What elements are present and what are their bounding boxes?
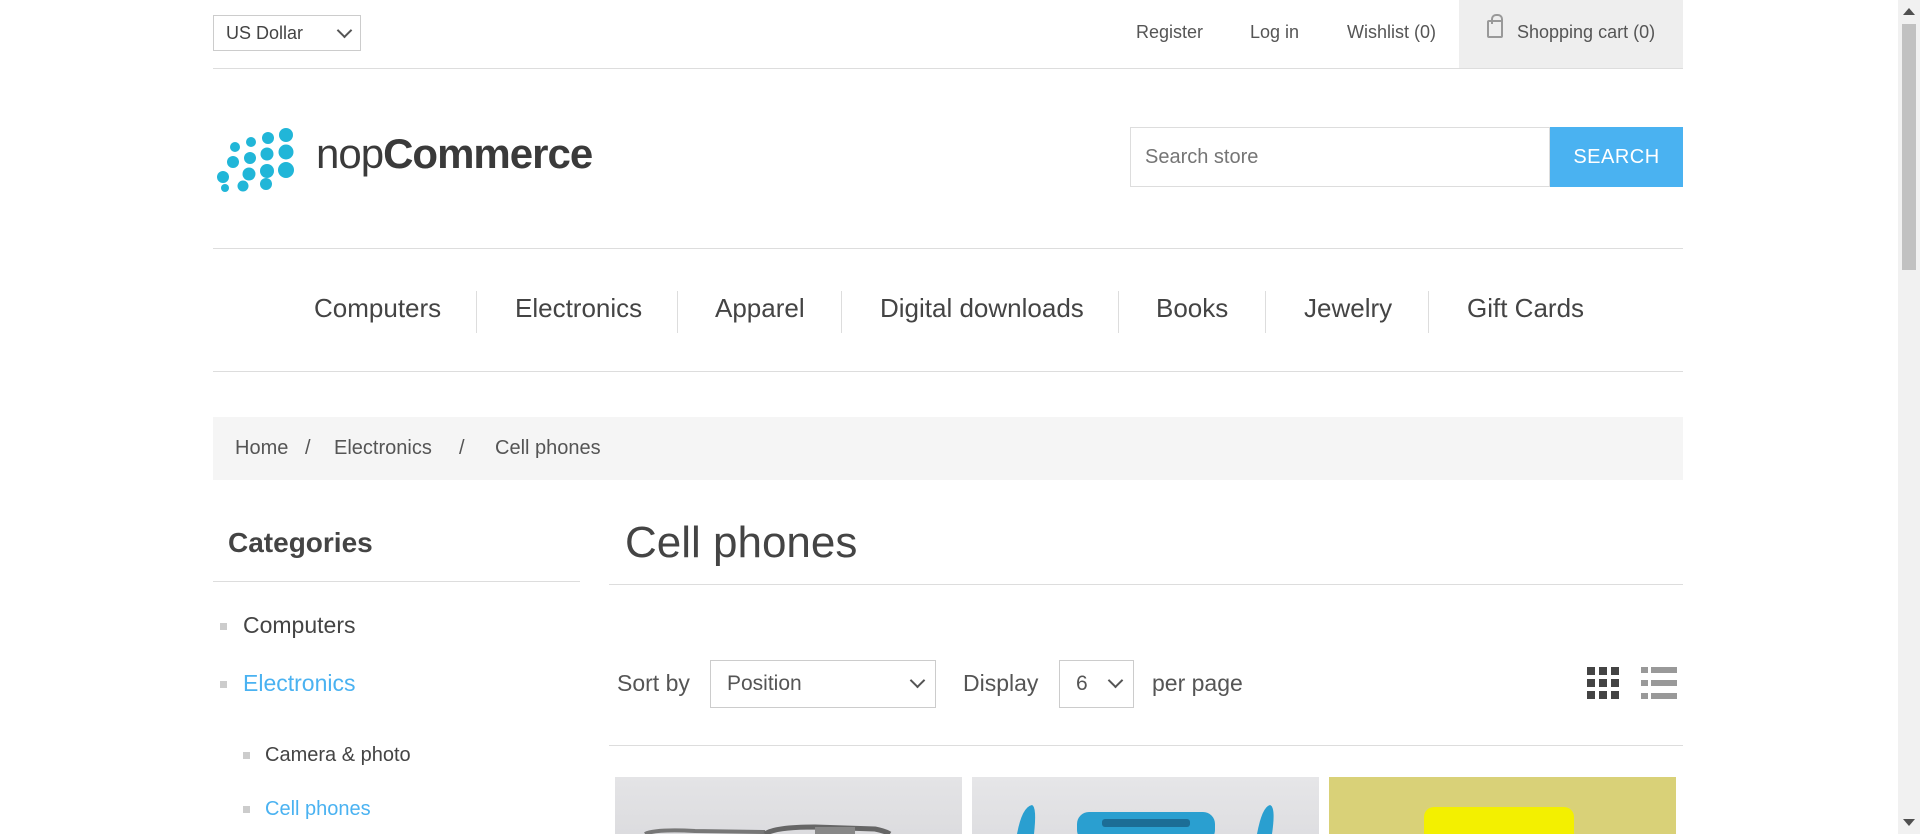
scrollbar-thumb[interactable]: [1902, 24, 1916, 270]
phone-image: [1017, 805, 1274, 834]
logo-dots-icon: [217, 128, 294, 192]
breadcrumb-separator: /: [305, 437, 311, 459]
menu-item-electronics[interactable]: Electronics: [515, 293, 642, 324]
menu-divider: [1118, 291, 1119, 333]
breadcrumb-separator: /: [459, 437, 465, 459]
divider: [609, 745, 1683, 746]
search-button[interactable]: SEARCH: [1550, 127, 1683, 187]
display-label: Display: [963, 670, 1039, 696]
register-link[interactable]: Register: [1136, 22, 1203, 43]
sort-by-label: Sort by: [617, 670, 690, 696]
store-logo[interactable]: nopCommerce: [213, 126, 593, 192]
menu-divider: [841, 291, 842, 333]
chevron-down-icon: [1107, 672, 1124, 689]
search-input[interactable]: [1130, 127, 1550, 187]
sidebar-subitem-cell-phones[interactable]: Cell phones: [265, 798, 371, 821]
wishlist-link[interactable]: Wishlist (0): [1347, 22, 1436, 43]
shopping-bag-icon: [1487, 14, 1503, 38]
product-image[interactable]: [615, 777, 962, 834]
scroll-down-arrow-icon[interactable]: [1903, 819, 1915, 826]
phone-image: [1424, 807, 1574, 834]
breadcrumb-electronics-link[interactable]: Electronics: [334, 437, 432, 460]
bullet-icon: [243, 752, 250, 759]
menu-item-gift-cards[interactable]: Gift Cards: [1467, 293, 1584, 324]
divider: [213, 581, 580, 582]
chevron-down-icon: [909, 672, 926, 689]
menu-item-apparel[interactable]: Apparel: [715, 293, 805, 324]
breadcrumb-current: Cell phones: [495, 437, 601, 459]
header-links-bar: US Dollar Register Log in Wishlist (0) S…: [213, 0, 1683, 69]
page-size-select[interactable]: 6: [1059, 660, 1134, 708]
menu-divider: [476, 291, 477, 333]
chevron-down-icon: [336, 22, 353, 39]
currency-value: US Dollar: [226, 23, 304, 43]
bullet-icon: [243, 806, 250, 813]
categories-title: Categories: [228, 527, 373, 558]
login-link[interactable]: Log in: [1250, 22, 1299, 43]
bullet-icon: [220, 623, 227, 630]
sort-by-select[interactable]: Position: [710, 660, 936, 708]
divider: [609, 584, 1683, 585]
menu-item-computers[interactable]: Computers: [314, 293, 441, 324]
menu-item-digital-downloads[interactable]: Digital downloads: [880, 293, 1084, 324]
page-title: Cell phones: [625, 518, 858, 567]
product-image[interactable]: [1329, 777, 1676, 834]
per-page-label: per page: [1152, 670, 1243, 696]
scroll-up-arrow-icon[interactable]: [1903, 8, 1915, 15]
menu-divider: [1265, 291, 1266, 333]
grid-view-icon[interactable]: [1587, 667, 1620, 700]
list-view-icon[interactable]: [1641, 667, 1677, 700]
sidebar-subitem-camera-photo[interactable]: Camera & photo: [265, 744, 411, 767]
sidebar-item-electronics[interactable]: Electronics: [243, 670, 355, 697]
sidebar-item-computers[interactable]: Computers: [243, 612, 355, 639]
page-scrollbar[interactable]: [1898, 0, 1920, 834]
menu-item-jewelry[interactable]: Jewelry: [1304, 293, 1392, 324]
sort-by-value: Position: [727, 672, 802, 695]
bullet-icon: [220, 681, 227, 688]
product-image[interactable]: [972, 777, 1319, 834]
logo-wordmark: nopCommerce: [316, 130, 593, 177]
menu-divider: [677, 291, 678, 333]
breadcrumb-home-link[interactable]: Home: [235, 437, 288, 460]
breadcrumb: Home / Electronics / Cell phones: [213, 417, 1683, 480]
menu-divider: [1428, 291, 1429, 333]
currency-selector[interactable]: US Dollar: [213, 15, 361, 51]
menu-item-books[interactable]: Books: [1156, 293, 1228, 324]
page-size-value: 6: [1076, 672, 1088, 695]
shopping-cart-label: Shopping cart (0): [1517, 22, 1656, 42]
phone-image: [644, 824, 892, 834]
top-menu: Computers Electronics Apparel Digital do…: [213, 248, 1683, 372]
shopping-cart-link[interactable]: Shopping cart (0): [1459, 0, 1683, 68]
